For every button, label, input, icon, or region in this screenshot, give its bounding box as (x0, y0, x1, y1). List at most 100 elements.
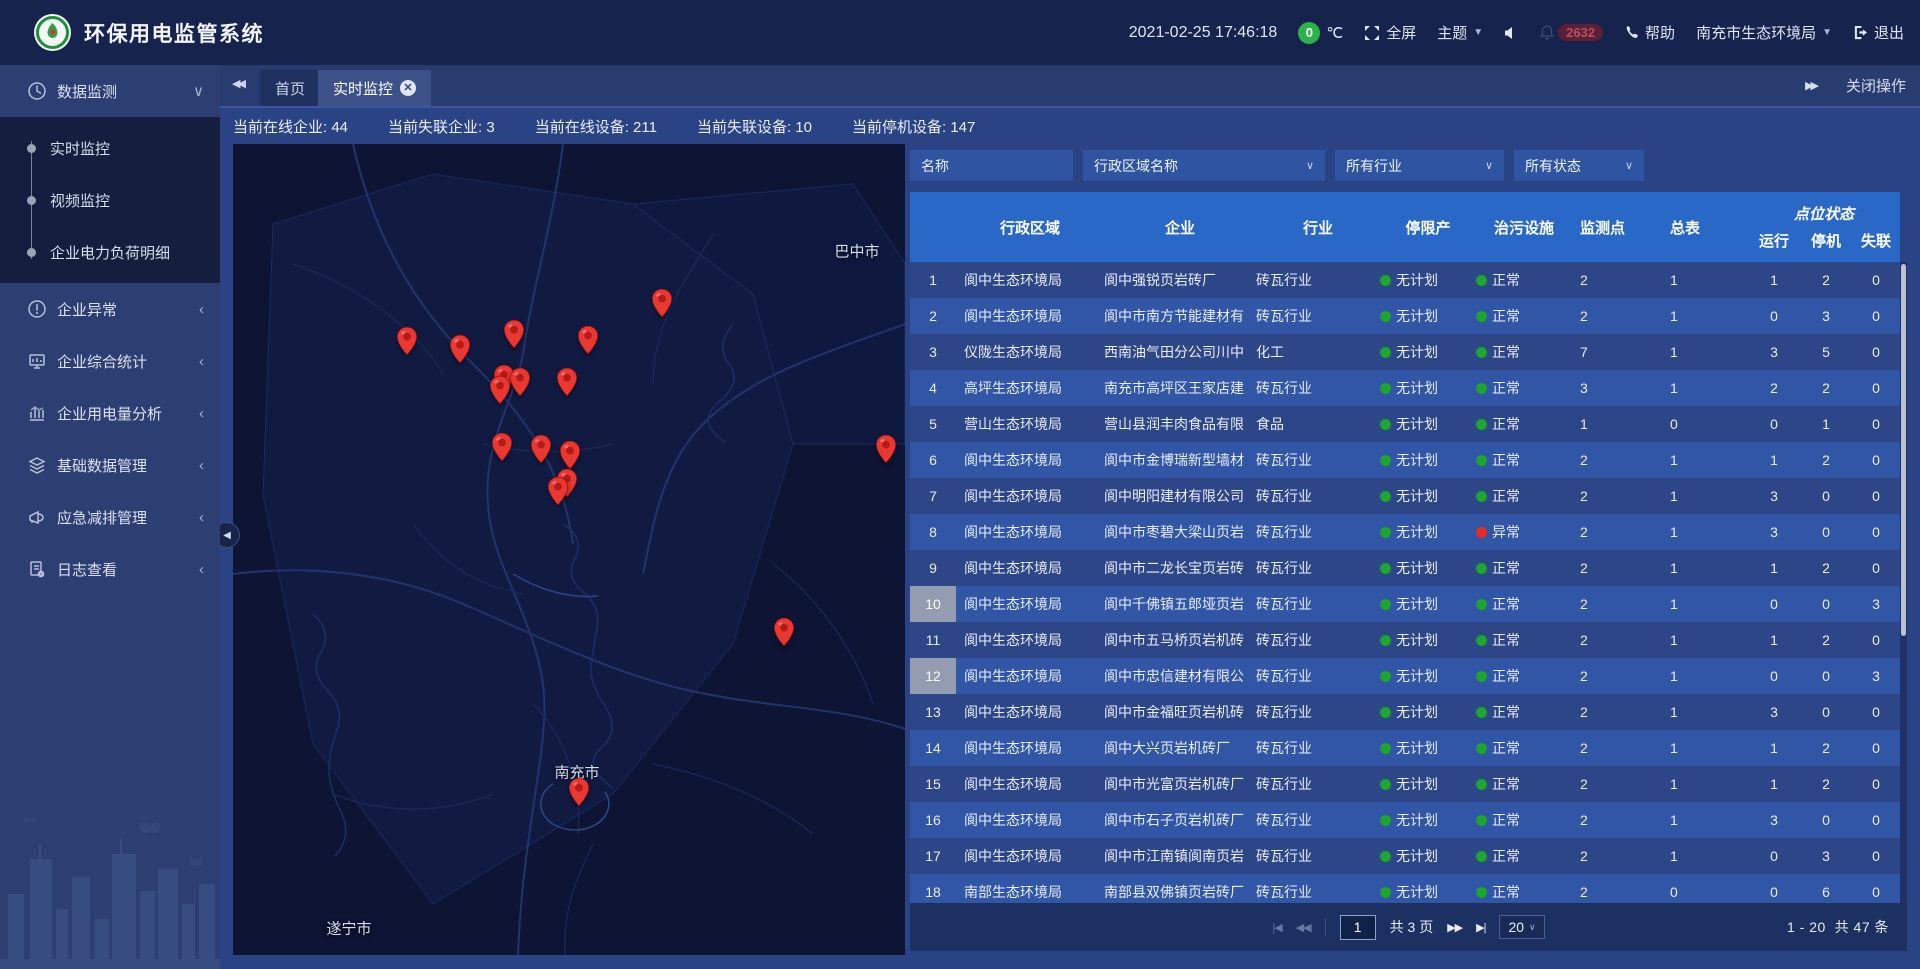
chevron-down-icon: ∨ (1485, 159, 1493, 172)
page-number-input[interactable] (1340, 915, 1376, 940)
table-row[interactable]: 6阆中生态环境局阆中市金博瑞新型墙材砖瓦行业无计划正常21120 (910, 442, 1900, 478)
fullscreen-button[interactable]: 全屏 (1364, 22, 1416, 43)
close-operations-dropdown[interactable]: 关闭操作 (1846, 75, 1906, 96)
map-pin-icon[interactable] (491, 432, 513, 462)
name-filter-input[interactable] (910, 150, 1073, 181)
cell-stopped: 2 (1800, 452, 1852, 468)
prev-page-button[interactable]: ◀◀ (1296, 921, 1311, 934)
tab-home[interactable]: 首页 (260, 70, 320, 106)
scrollbar-thumb[interactable] (1901, 264, 1906, 636)
sidebar-item-enterprise-statistics[interactable]: 企业综合统计‹ (0, 335, 220, 387)
map-pin-icon[interactable] (556, 367, 578, 397)
tab-realtime-monitor[interactable]: 实时监控 ✕ (318, 70, 431, 106)
bell-icon (1540, 25, 1554, 40)
map-pin-icon[interactable] (773, 617, 795, 647)
cell-stopped: 0 (1800, 812, 1852, 828)
sidebar-item-base-data-management[interactable]: 基础数据管理‹ (0, 439, 220, 491)
submenu-data-monitor: 实时监控视频监控企业电力负荷明细 (0, 117, 220, 283)
last-page-button[interactable]: ▶| (1476, 921, 1485, 934)
cell-facility-status: 正常 (1476, 594, 1572, 614)
map-pin-icon[interactable] (577, 325, 599, 355)
cell-facility-status: 正常 (1476, 810, 1572, 830)
cell-running: 3 (1748, 704, 1800, 720)
cell-industry: 食品 (1256, 414, 1380, 434)
map-pin-icon[interactable] (547, 476, 569, 506)
col-header-points: 监测点 (1572, 192, 1662, 262)
map-pin-icon[interactable] (503, 319, 525, 349)
table-row[interactable]: 7阆中生态环境局阆中明阳建材有限公司砖瓦行业无计划正常21300 (910, 478, 1900, 514)
cell-stop-limit: 无计划 (1380, 702, 1476, 722)
sidebar-item-log-view[interactable]: 日志查看‹ (0, 543, 220, 595)
cell-region: 仪陇生态环境局 (956, 342, 1104, 362)
map-pin-icon[interactable] (509, 367, 531, 397)
cell-company: 阆中市江南镇阆南页岩 (1104, 846, 1256, 866)
sidebar-item-enterprise-abnormal[interactable]: 企业异常‹ (0, 283, 220, 335)
map-pin-icon[interactable] (568, 777, 590, 807)
map-pin-icon[interactable] (530, 434, 552, 464)
table-row[interactable]: 8阆中生态环境局阆中市枣碧大梁山页岩砖瓦行业无计划异常21300 (910, 514, 1900, 550)
sidebar-subitem-video-monitor[interactable]: 视频监控 (0, 174, 220, 226)
help-button[interactable]: 帮助 (1624, 22, 1675, 43)
tab-scroll-right-button[interactable]: ▶▶ (1805, 79, 1816, 92)
tab-scroll-left-button[interactable]: ◀◀ (232, 77, 243, 90)
theme-dropdown[interactable]: 主题▼ (1437, 22, 1483, 43)
logout-button[interactable]: 退出 (1853, 22, 1904, 43)
cell-region: 阆中生态环境局 (956, 702, 1104, 722)
map-pin-icon[interactable] (559, 440, 581, 470)
table-row[interactable]: 13阆中生态环境局阆中市金福旺页岩机砖砖瓦行业无计划正常21300 (910, 694, 1900, 730)
cell-stopped: 0 (1800, 524, 1852, 540)
cell-offline: 0 (1852, 740, 1900, 756)
cell-company: 南部县双佛镇页岩砖厂 (1104, 882, 1256, 902)
col-group-point-status: 点位状态 运行 停机 失联 (1748, 192, 1900, 262)
notifications-button[interactable]: 2632 (1540, 24, 1603, 41)
cell-facility-status: 正常 (1476, 882, 1572, 902)
chevron-down-icon: ▼ (1822, 27, 1832, 38)
table-row[interactable]: 4高坪生态环境局南充市高坪区王家店建砖瓦行业无计划正常31220 (910, 370, 1900, 406)
table-row[interactable]: 5营山生态环境局营山县润丰肉食品有限食品无计划正常10010 (910, 406, 1900, 442)
sidebar-item-data-monitor[interactable]: 数据监测∨ (0, 65, 220, 117)
map-pin-icon[interactable] (651, 288, 673, 318)
next-page-button[interactable]: ▶▶ (1447, 921, 1462, 934)
table-row[interactable]: 15阆中生态环境局阆中市光富页岩机砖厂砖瓦行业无计划正常21120 (910, 766, 1900, 802)
table-row[interactable]: 9阆中生态环境局阆中市二龙长宝页岩砖砖瓦行业无计划正常21120 (910, 550, 1900, 586)
org-dropdown[interactable]: 南充市生态环境局▼ (1696, 22, 1832, 43)
cell-company: 阆中明阳建材有限公司 (1104, 486, 1256, 506)
sidebar-subitem-label: 视频监控 (50, 190, 110, 211)
sidebar-item-power-usage-analysis[interactable]: 企业用电量分析‹ (0, 387, 220, 439)
table-row[interactable]: 11阆中生态环境局阆中市五马桥页岩机砖砖瓦行业无计划正常21120 (910, 622, 1900, 658)
map-pin-icon[interactable] (875, 434, 897, 464)
chevron-left-icon: ‹ (199, 353, 204, 370)
app-logo-icon (33, 13, 72, 52)
cell-company: 西南油气田分公司川中 (1104, 342, 1256, 362)
table-row[interactable]: 12阆中生态环境局阆中市忠信建材有限公砖瓦行业无计划正常21003 (910, 658, 1900, 694)
col-header-offline: 失联 (1852, 230, 1900, 251)
table-row[interactable]: 17阆中生态环境局阆中市江南镇阆南页岩砖瓦行业无计划正常21030 (910, 838, 1900, 874)
table-row[interactable]: 14阆中生态环境局阆中大兴页岩机砖厂砖瓦行业无计划正常21120 (910, 730, 1900, 766)
sound-button[interactable] (1504, 26, 1519, 40)
sidebar-subitem-enterprise-power-load-detail[interactable]: 企业电力负荷明细 (0, 226, 220, 278)
sidebar-item-emergency-reduction[interactable]: 应急减排管理‹ (0, 491, 220, 543)
sidebar-subitem-realtime-monitor[interactable]: 实时监控 (0, 122, 220, 174)
tab-close-icon[interactable]: ✕ (400, 80, 416, 96)
table-row[interactable]: 1阆中生态环境局阆中强锐页岩砖厂砖瓦行业无计划正常21120 (910, 262, 1900, 298)
cell-stopped: 1 (1800, 416, 1852, 432)
map-pin-icon[interactable] (449, 334, 471, 364)
industry-filter-select[interactable]: 所有行业∨ (1335, 150, 1504, 181)
table-row[interactable]: 10阆中生态环境局阆中千佛镇五郎垭页岩砖瓦行业无计划正常21003 (910, 586, 1900, 622)
map-panel[interactable]: 巴中市南充市遂宁市 ◀ (233, 144, 905, 955)
status-dot-icon (1380, 635, 1391, 646)
table-scrollbar[interactable] (1900, 262, 1907, 903)
map-pin-icon[interactable] (489, 375, 511, 405)
page-size-select[interactable]: 20∨ (1499, 915, 1544, 939)
first-page-button[interactable]: |◀ (1272, 921, 1281, 934)
cell-offline: 0 (1852, 524, 1900, 540)
map-pin-icon[interactable] (396, 326, 418, 356)
region-filter-select[interactable]: 行政区域名称∨ (1083, 150, 1325, 181)
table-row[interactable]: 16阆中生态环境局阆中市石子页岩机砖厂砖瓦行业无计划正常21300 (910, 802, 1900, 838)
table-row[interactable]: 3仪陇生态环境局西南油气田分公司川中化工无计划正常71350 (910, 334, 1900, 370)
cell-offline: 0 (1852, 704, 1900, 720)
table-row[interactable]: 18南部生态环境局南部县双佛镇页岩砖厂砖瓦行业无计划正常20060 (910, 874, 1900, 903)
table-row[interactable]: 2阆中生态环境局阆中市南方节能建材有砖瓦行业无计划正常21030 (910, 298, 1900, 334)
cell-offline: 0 (1852, 560, 1900, 576)
status-filter-select[interactable]: 所有状态∨ (1514, 150, 1644, 181)
